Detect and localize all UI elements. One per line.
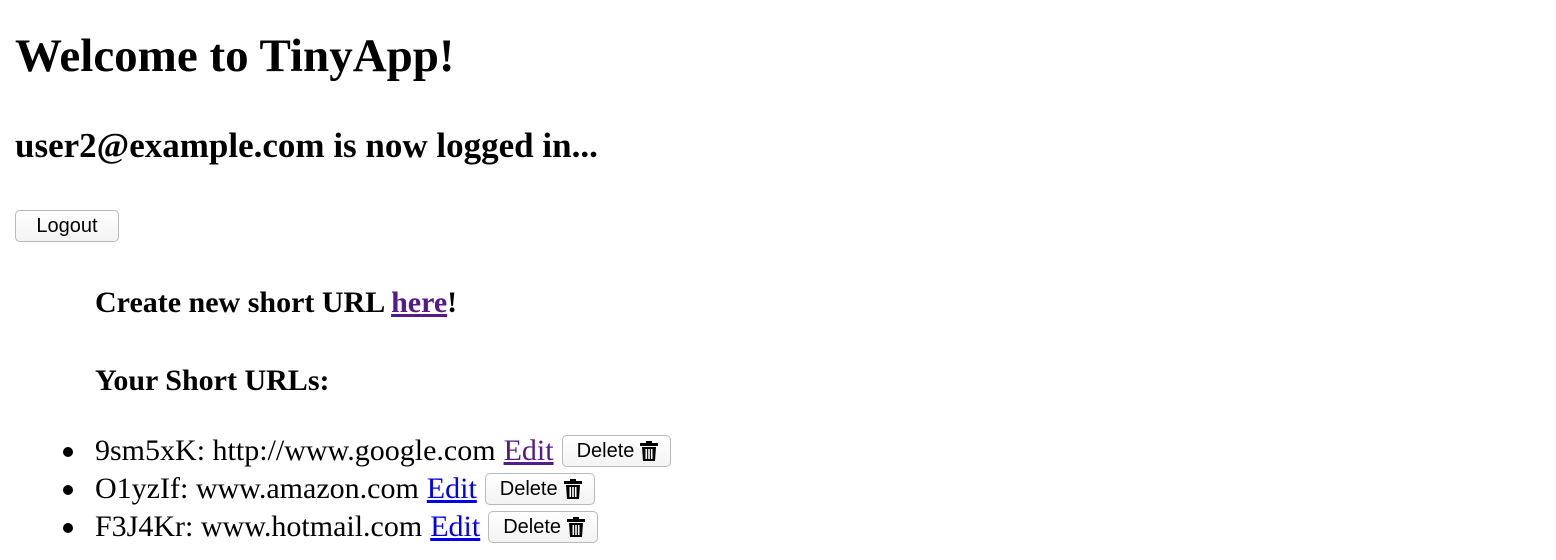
long-url: www.hotmail.com xyxy=(200,510,423,543)
create-url-link[interactable]: here xyxy=(391,286,447,319)
bullet xyxy=(63,523,73,533)
trash-icon xyxy=(567,517,586,537)
delete-button[interactable]: Delete xyxy=(484,473,595,505)
bullet xyxy=(63,485,73,495)
create-url-prefix: Create new short URL xyxy=(95,286,392,319)
trash-icon xyxy=(640,441,659,461)
delete-button-label: Delete xyxy=(576,440,635,462)
list-item: 9sm5xK: http://www.google.com Edit Delet… xyxy=(63,432,672,470)
separator: : xyxy=(179,472,196,505)
short-url: F3J4Kr xyxy=(95,510,186,543)
delete-button[interactable]: Delete xyxy=(488,511,599,543)
list-item: O1yzIf: www.amazon.com Edit Delete xyxy=(63,470,671,508)
separator: : xyxy=(196,434,213,467)
trash-icon xyxy=(563,479,582,499)
edit-link[interactable]: Edit xyxy=(504,434,554,468)
short-url: 9sm5xK xyxy=(95,434,197,467)
logged-in-status: user2@example.com is now logged in... xyxy=(15,126,598,165)
bullet xyxy=(63,447,73,457)
url-list: 9sm5xK: http://www.google.com Edit Delet… xyxy=(63,432,672,546)
logout-button[interactable]: Logout xyxy=(15,210,119,242)
delete-button-label: Delete xyxy=(503,516,562,538)
edit-link[interactable]: Edit xyxy=(427,472,477,506)
url-list-heading: Your Short URLs: xyxy=(95,364,330,397)
short-url: O1yzIf xyxy=(95,472,180,505)
page: Welcome to TinyApp! user2@example.com is… xyxy=(0,0,1556,560)
delete-button[interactable]: Delete xyxy=(561,435,672,467)
page-title: Welcome to TinyApp! xyxy=(15,30,455,82)
create-url-suffix: ! xyxy=(447,286,458,319)
delete-button-label: Delete xyxy=(499,478,558,500)
separator: : xyxy=(185,510,201,543)
edit-link[interactable]: Edit xyxy=(430,510,480,544)
list-item: F3J4Kr: www.hotmail.com Edit Delete xyxy=(63,508,671,546)
long-url: www.amazon.com xyxy=(195,472,419,505)
long-url: http://www.google.com xyxy=(212,434,496,467)
create-url-heading: Create new short URL here! xyxy=(95,284,457,322)
